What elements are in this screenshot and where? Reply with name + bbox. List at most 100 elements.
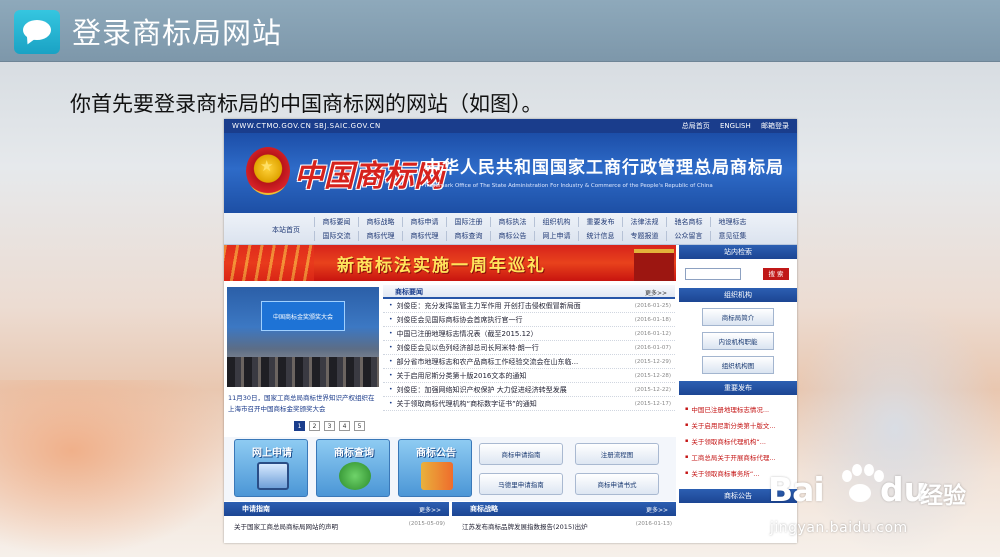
top-link-english[interactable]: ENGLISH [720, 122, 751, 130]
chat-bubble-icon [14, 10, 60, 54]
strategy-panel: 商标战略 更多>> 江苏发布商标品牌发展指数报告(2015)出炉 (2016-0… [452, 502, 676, 543]
list-item[interactable]: • 刘俊臣会见国际商标协会首席执行官一行 (2016-01-18) [383, 313, 675, 327]
nav-item[interactable]: 商标申请 [402, 217, 446, 227]
pager-2[interactable]: 2 [309, 421, 320, 431]
news-text: 刘俊臣会见国际商标协会首席执行官一行 [396, 315, 523, 324]
list-item[interactable]: 中国已注册地理标志情况... [685, 401, 797, 417]
photo-caption[interactable]: 11月30日，国家工商总局商标世界知识产权组织在上海市召开中国商标金奖颁奖大会 [228, 393, 378, 415]
nav-item[interactable]: 商标代理 [402, 231, 446, 241]
list-item[interactable]: 关于启用尼斯分类第十版文... [685, 417, 797, 433]
computer-icon [257, 462, 289, 490]
trademark-search-tile[interactable]: 商标查询 [316, 439, 390, 497]
nav-item[interactable]: 组织机构 [534, 217, 578, 227]
list-item[interactable]: • 刘俊臣：加强网络知识产权保护 大力促进经济转型发展 (2015-12-22) [383, 383, 675, 397]
news-photo[interactable]: 中国商标金奖颁奖大会 [227, 287, 379, 387]
strategy-title: 商标战略 [470, 505, 498, 513]
pager-1[interactable]: 1 [294, 421, 305, 431]
news-text: 刘俊臣：充分发挥监管主力军作用 开创打击侵权假冒新局面 [396, 301, 581, 310]
list-item[interactable]: • 关于启用尼斯分类第十版2016文本的通知 (2015-12-28) [383, 369, 675, 383]
madrid-guide-button[interactable]: 马德里申请指南 [479, 473, 563, 495]
audience [227, 357, 379, 387]
service-tiles: 网上申请 商标查询 商标公告 商标申请指南 注册流程图 马德里申请指南 商标申请… [224, 437, 676, 501]
nav-item[interactable]: 法律法规 [622, 217, 666, 227]
site-domains: WWW.CTMO.GOV.CN SBJ.SAIC.GOV.CN [232, 122, 381, 130]
promo-banner[interactable]: 新商标法实施一周年巡礼 [224, 245, 676, 281]
nav-item[interactable]: 统计信息 [578, 231, 622, 241]
list-item[interactable]: • 关于领取商标代理机构“商标数字证书”的通知 (2015-12-17) [383, 397, 675, 411]
nav-item[interactable]: 商标查询 [446, 231, 490, 241]
flag-decoration [224, 245, 314, 281]
slide-subtitle: 你首先要登录商标局的中国商标网的网站（如图）。 [70, 92, 543, 116]
org-functions-button[interactable]: 内设机构职能 [702, 332, 774, 350]
tiananmen-decoration [634, 249, 674, 281]
nav-item[interactable]: 网上申请 [534, 231, 578, 241]
header-divider [0, 61, 1000, 62]
bullet-icon: • [389, 386, 393, 393]
nav-item[interactable]: 商标公告 [490, 231, 534, 241]
list-item[interactable]: 江苏发布商标品牌发展指数报告(2015)出炉 (2016-01-13) [452, 516, 676, 531]
nav-item[interactable]: 商标要闻 [314, 217, 358, 227]
nav-item[interactable]: 商标执法 [490, 217, 534, 227]
strategy-date: (2016-01-13) [635, 521, 672, 527]
org-intro-button[interactable]: 商标局简介 [702, 308, 774, 326]
news-date: (2016-01-25) [634, 302, 671, 309]
guide-date: (2015-05-09) [408, 521, 445, 527]
search-button[interactable]: 搜 索 [763, 268, 789, 280]
list-item[interactable]: 关于国家工商总局商标局网站的声明 (2015-05-09) [224, 516, 449, 531]
site-top-strip: WWW.CTMO.GOV.CN SBJ.SAIC.GOV.CN 总局首页 ENG… [224, 119, 797, 133]
online-apply-tile[interactable]: 网上申请 [234, 439, 308, 497]
news-text: 中国已注册地理标志情况表（截至2015.12） [396, 329, 538, 338]
news-text: 刘俊臣：加强网络知识产权保护 大力促进经济转型发展 [396, 385, 567, 394]
top-link-mail[interactable]: 邮箱登录 [761, 122, 789, 130]
list-item[interactable]: 关于领取商标代理机构“... [685, 433, 797, 449]
list-item[interactable]: • 刘俊臣：充分发挥监管主力军作用 开创打击侵权假冒新局面 (2016-01-25) [383, 299, 675, 313]
guide-text: 关于国家工商总局商标局网站的声明 [234, 523, 338, 531]
news-date: (2015-12-17) [634, 400, 671, 407]
news-date: (2015-12-22) [634, 386, 671, 393]
national-emblem-icon [246, 147, 290, 195]
bullet-icon: • [389, 330, 393, 337]
pager-3[interactable]: 3 [324, 421, 335, 431]
pager-5[interactable]: 5 [354, 421, 365, 431]
flowchart-button[interactable]: 注册流程图 [575, 443, 659, 465]
news-text: 刘俊臣会见以色列经济部总司长阿米特·朗一行 [396, 343, 539, 352]
nav-item[interactable]: 公众留言 [666, 231, 710, 241]
nav-item[interactable]: 国际注册 [446, 217, 490, 227]
list-item[interactable]: • 中国已注册地理标志情况表（截至2015.12） (2016-01-12) [383, 327, 675, 341]
org-chart-button[interactable]: 组织机构图 [702, 356, 774, 374]
nav-item[interactable]: 驰名商标 [666, 217, 710, 227]
bullet-icon: • [389, 372, 393, 379]
guide-more-link[interactable]: 更多>> [419, 505, 441, 514]
news-date: (2016-01-12) [634, 330, 671, 337]
nav-item[interactable]: 专题报道 [622, 231, 666, 241]
website-screenshot: WWW.CTMO.GOV.CN SBJ.SAIC.GOV.CN 总局首页 ENG… [224, 119, 797, 543]
nav-item[interactable]: 国际交流 [314, 231, 358, 241]
news-text: 关于启用尼斯分类第十版2016文本的通知 [396, 371, 527, 380]
nav-item[interactable]: 商标代理 [358, 231, 402, 241]
strategy-more-link[interactable]: 更多>> [646, 505, 668, 514]
main-nav: 本站首页 商标要闻 商标战略 商标申请 国际注册 商标执法 组织机构 重要发布 … [224, 213, 797, 245]
background-glow-left [0, 380, 240, 557]
promo-text: 新商标法实施一周年巡礼 [337, 256, 546, 276]
tile-label: 商标查询 [334, 448, 374, 459]
bullet-icon: • [389, 400, 393, 407]
watermark-jingyan: 经验 [920, 483, 966, 509]
pager-4[interactable]: 4 [339, 421, 350, 431]
news-date: (2015-12-28) [634, 372, 671, 379]
nav-item[interactable]: 商标战略 [358, 217, 402, 227]
news-more-link[interactable]: 更多>> [645, 288, 667, 297]
search-input[interactable] [685, 268, 741, 280]
trademark-announce-tile[interactable]: 商标公告 [398, 439, 472, 497]
list-item[interactable]: • 部分省市地理标志和农产品商标工作经验交流会在山东临... (2015-12-29… [383, 355, 675, 369]
top-link-home[interactable]: 总局首页 [682, 122, 710, 130]
news-header: 商标要闻 更多>> [383, 285, 675, 299]
forms-button[interactable]: 商标申请书式 [575, 473, 659, 495]
site-logo[interactable]: 中国商标网 [294, 151, 444, 195]
list-item[interactable]: • 刘俊臣会见以色列经济部总司长阿米特·朗一行 (2016-01-07) [383, 341, 675, 355]
nav-home[interactable]: 本站首页 [272, 225, 300, 235]
nav-item[interactable]: 地理标志 [710, 217, 754, 227]
nav-item[interactable]: 重要发布 [578, 217, 622, 227]
nav-item[interactable]: 意见征集 [710, 231, 754, 241]
search-header: 站内检索 [679, 245, 797, 259]
apply-guide-button[interactable]: 商标申请指南 [479, 443, 563, 465]
